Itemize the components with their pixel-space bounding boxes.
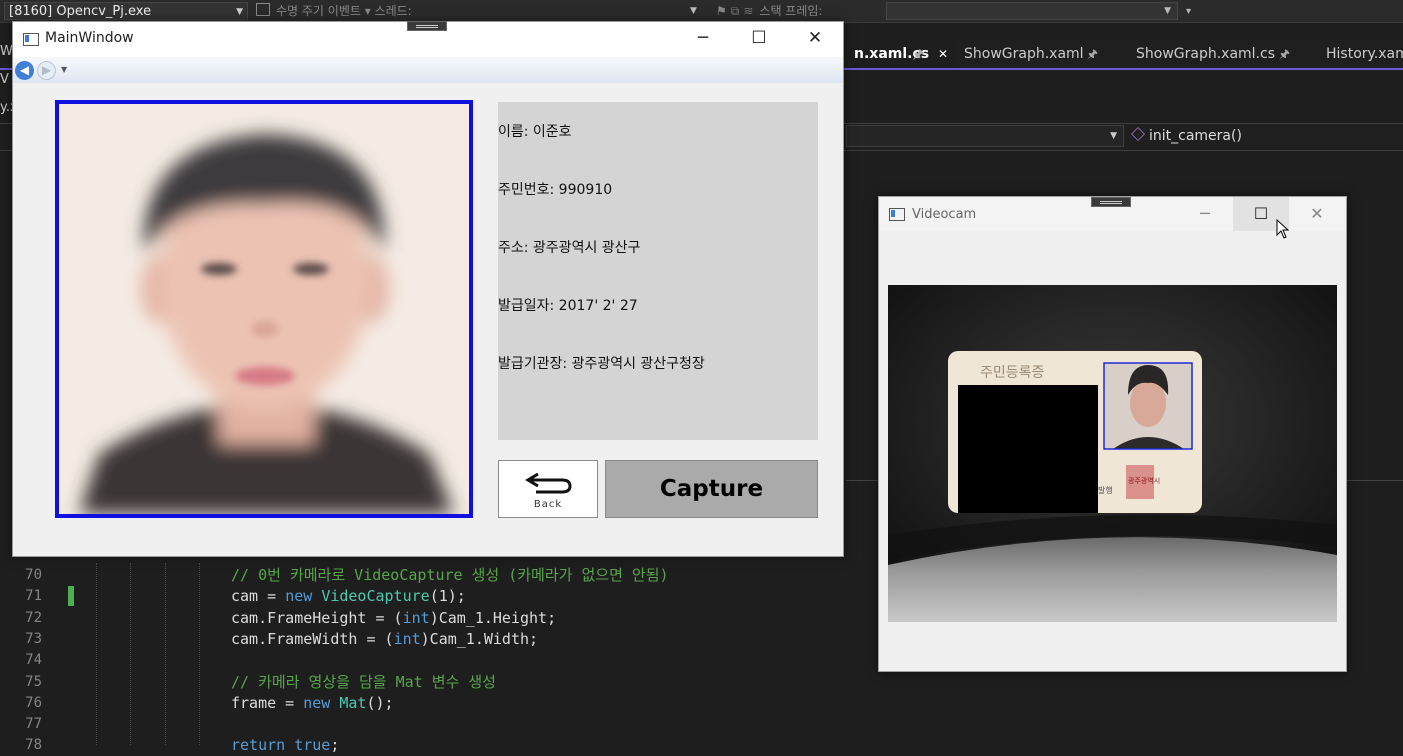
- process-dropdown[interactable]: [8160] Opencv_Pj.exe ▼: [4, 2, 248, 20]
- line-number: 74: [25, 652, 42, 669]
- window-grip-icon[interactable]: [407, 21, 447, 31]
- forward-arrow-icon[interactable]: ▶: [37, 61, 56, 80]
- lifecycle-label: 수명 주기 이벤트 ▾ 스레드:: [276, 4, 412, 18]
- tab-history-xaml[interactable]: History.xaml: [1318, 40, 1403, 68]
- code-line[interactable]: 72 cam.FrameHeight = (int)Cam_1.Height;: [0, 608, 880, 629]
- back-arrow-icon[interactable]: ◀: [15, 61, 34, 80]
- id-number-text: 주민번호: 990910: [498, 182, 613, 198]
- line-number: 70: [25, 567, 42, 583]
- line-number: 72: [25, 609, 42, 626]
- stamp-text: 광주광역시: [1128, 476, 1160, 485]
- pin-icon[interactable]: 🖈: [1087, 40, 1098, 68]
- capture-button[interactable]: Capture: [605, 460, 818, 518]
- code-line[interactable]: 76 frame = new Mat();: [0, 693, 880, 714]
- tab-showgraph-xaml-cs[interactable]: ShowGraph.xaml.cs 🖈: [1128, 40, 1314, 68]
- back-label: Back: [533, 499, 563, 510]
- line-number: 75: [25, 673, 42, 690]
- type-dropdown[interactable]: ▼: [846, 125, 1124, 147]
- chevron-down-icon: ▼: [1110, 131, 1117, 141]
- pin-icon[interactable]: 🖈: [1279, 40, 1290, 68]
- close-button[interactable]: ✕: [1289, 197, 1345, 231]
- chevron-down-icon: ▼: [1164, 6, 1171, 16]
- side-fragment: V: [0, 72, 9, 87]
- return-arrow-icon: [525, 472, 572, 494]
- window-grip-icon[interactable]: [1091, 197, 1131, 207]
- tab-xaml-cs[interactable]: n.xaml.cs 🖈 ✕: [846, 40, 956, 68]
- code-text: cam.FrameWidth = (int)Cam_1.Width;: [231, 629, 539, 648]
- lifecycle-events-dropdown[interactable]: 수명 주기 이벤트 ▾ 스레드:: [256, 2, 468, 20]
- address-text: 주소: 광주광역시 광산구: [498, 240, 641, 256]
- pin-icon[interactable]: 🖈: [913, 40, 924, 68]
- code-text: // 0번 카메라로 VideoCapture 생성 (카메라가 없으면 안됨): [231, 566, 669, 584]
- code-text: cam.FrameHeight = (int)Cam_1.Height;: [231, 608, 557, 627]
- line-number: 78: [25, 737, 42, 754]
- tab-label: History.xaml: [1326, 46, 1403, 62]
- code-editor[interactable]: 70 // 0번 카메라로 VideoCapture 생성 (카메라가 없으면 안…: [0, 563, 880, 754]
- camera-feed: 주민등록증 광주광역시 발행: [888, 285, 1337, 622]
- code-line[interactable]: 70 // 0번 카메라로 VideoCapture 생성 (카메라가 없으면 안…: [0, 565, 880, 586]
- code-line[interactable]: 77: [0, 714, 880, 735]
- indent-guide: [165, 563, 167, 745]
- tab-label: ShowGraph.xaml.cs: [1136, 46, 1276, 62]
- face-photo-frame: [55, 100, 473, 518]
- close-button[interactable]: ✕: [787, 22, 843, 57]
- mouse-cursor-icon: [1276, 219, 1290, 239]
- close-icon[interactable]: ✕: [938, 40, 948, 68]
- main-window: MainWindow ─ ☐ ✕ ◀ ▶ ▼ 이름: 이준호 주민번호: 990…: [12, 21, 844, 557]
- code-line[interactable]: 71 cam = new VideoCapture(1);: [0, 586, 880, 607]
- threads-icon: ⧉: [730, 4, 740, 18]
- app-icon: [23, 33, 39, 46]
- indent-guide: [96, 563, 98, 745]
- code-text: frame = new Mat();: [231, 693, 394, 712]
- line-number: 76: [25, 694, 42, 711]
- toolbar-overflow-icon[interactable]: ▾: [1186, 6, 1191, 17]
- tab-showgraph-xaml[interactable]: ShowGraph.xaml 🖈: [956, 40, 1126, 68]
- name-text: 이름: 이준호: [498, 124, 572, 140]
- history-dropdown-icon[interactable]: ▼: [61, 65, 67, 74]
- code-line[interactable]: 74: [0, 650, 880, 671]
- code-line[interactable]: 75 // 카메라 영상을 담을 Mat 변수 생성: [0, 672, 880, 693]
- minimize-button[interactable]: ─: [675, 22, 731, 57]
- code-line[interactable]: 73 cam.FrameWidth = (int)Cam_1.Width;: [0, 629, 880, 650]
- videocam-window: Videocam ─ ☐ ✕ 주민등록증 광주광역시 발행: [878, 196, 1347, 672]
- stack-frame-dropdown[interactable]: ▼: [886, 2, 1178, 20]
- stack-icon: ≋: [743, 4, 754, 18]
- code-text: // 카메라 영상을 담을 Mat 변수 생성: [231, 672, 496, 691]
- line-number: 77: [25, 716, 42, 733]
- back-button[interactable]: Back: [498, 460, 598, 518]
- code-line[interactable]: 78 return true;: [0, 735, 880, 756]
- thread-dropdown-arrow[interactable]: ▼: [690, 2, 708, 20]
- minimize-button[interactable]: ─: [1177, 197, 1233, 231]
- card-edge-text: 발행: [1098, 485, 1113, 495]
- code-text: cam = new VideoCapture(1);: [231, 587, 466, 606]
- stack-frame-label: 스택 프레임:: [759, 4, 823, 18]
- issuer-text: 발급기관장: 광주광역시 광산구청장: [498, 356, 705, 372]
- line-number: 73: [25, 630, 42, 647]
- member-label: init_camera(): [1149, 128, 1242, 144]
- indent-guide: [199, 563, 201, 745]
- line-number: 71: [25, 588, 42, 605]
- chevron-down-icon: ▼: [236, 7, 243, 17]
- card-header-text: 주민등록증: [980, 365, 1045, 381]
- camera-frame: 주민등록증 광주광역시 발행: [888, 285, 1337, 622]
- stack-frame-label-group: ⚑ ⧉ ≋ 스택 프레임:: [716, 2, 886, 20]
- navigation-chrome: ◀ ▶ ▼: [13, 57, 843, 83]
- method-icon: [1131, 127, 1145, 141]
- member-dropdown[interactable]: init_camera(): [1131, 125, 1403, 147]
- indent-guide: [130, 563, 132, 745]
- process-label: [8160] Opencv_Pj.exe: [9, 4, 152, 19]
- tab-label: ShowGraph.xaml: [964, 46, 1084, 62]
- lifecycle-icon: [256, 3, 270, 16]
- change-marker: [68, 586, 74, 606]
- person-info-panel: 이름: 이준호 주민번호: 990910 주소: 광주광역시 광산구 발급일자:…: [498, 102, 818, 440]
- code-text: return true;: [231, 736, 340, 755]
- flag-icon: ⚑: [716, 4, 727, 18]
- face-photo: [59, 104, 469, 514]
- maximize-button[interactable]: ☐: [731, 22, 787, 57]
- app-icon: [889, 208, 905, 221]
- window-title: Videocam: [912, 207, 977, 222]
- issue-date-text: 발급일자: 2017' 2' 27: [498, 298, 638, 314]
- window-title: MainWindow: [45, 30, 134, 46]
